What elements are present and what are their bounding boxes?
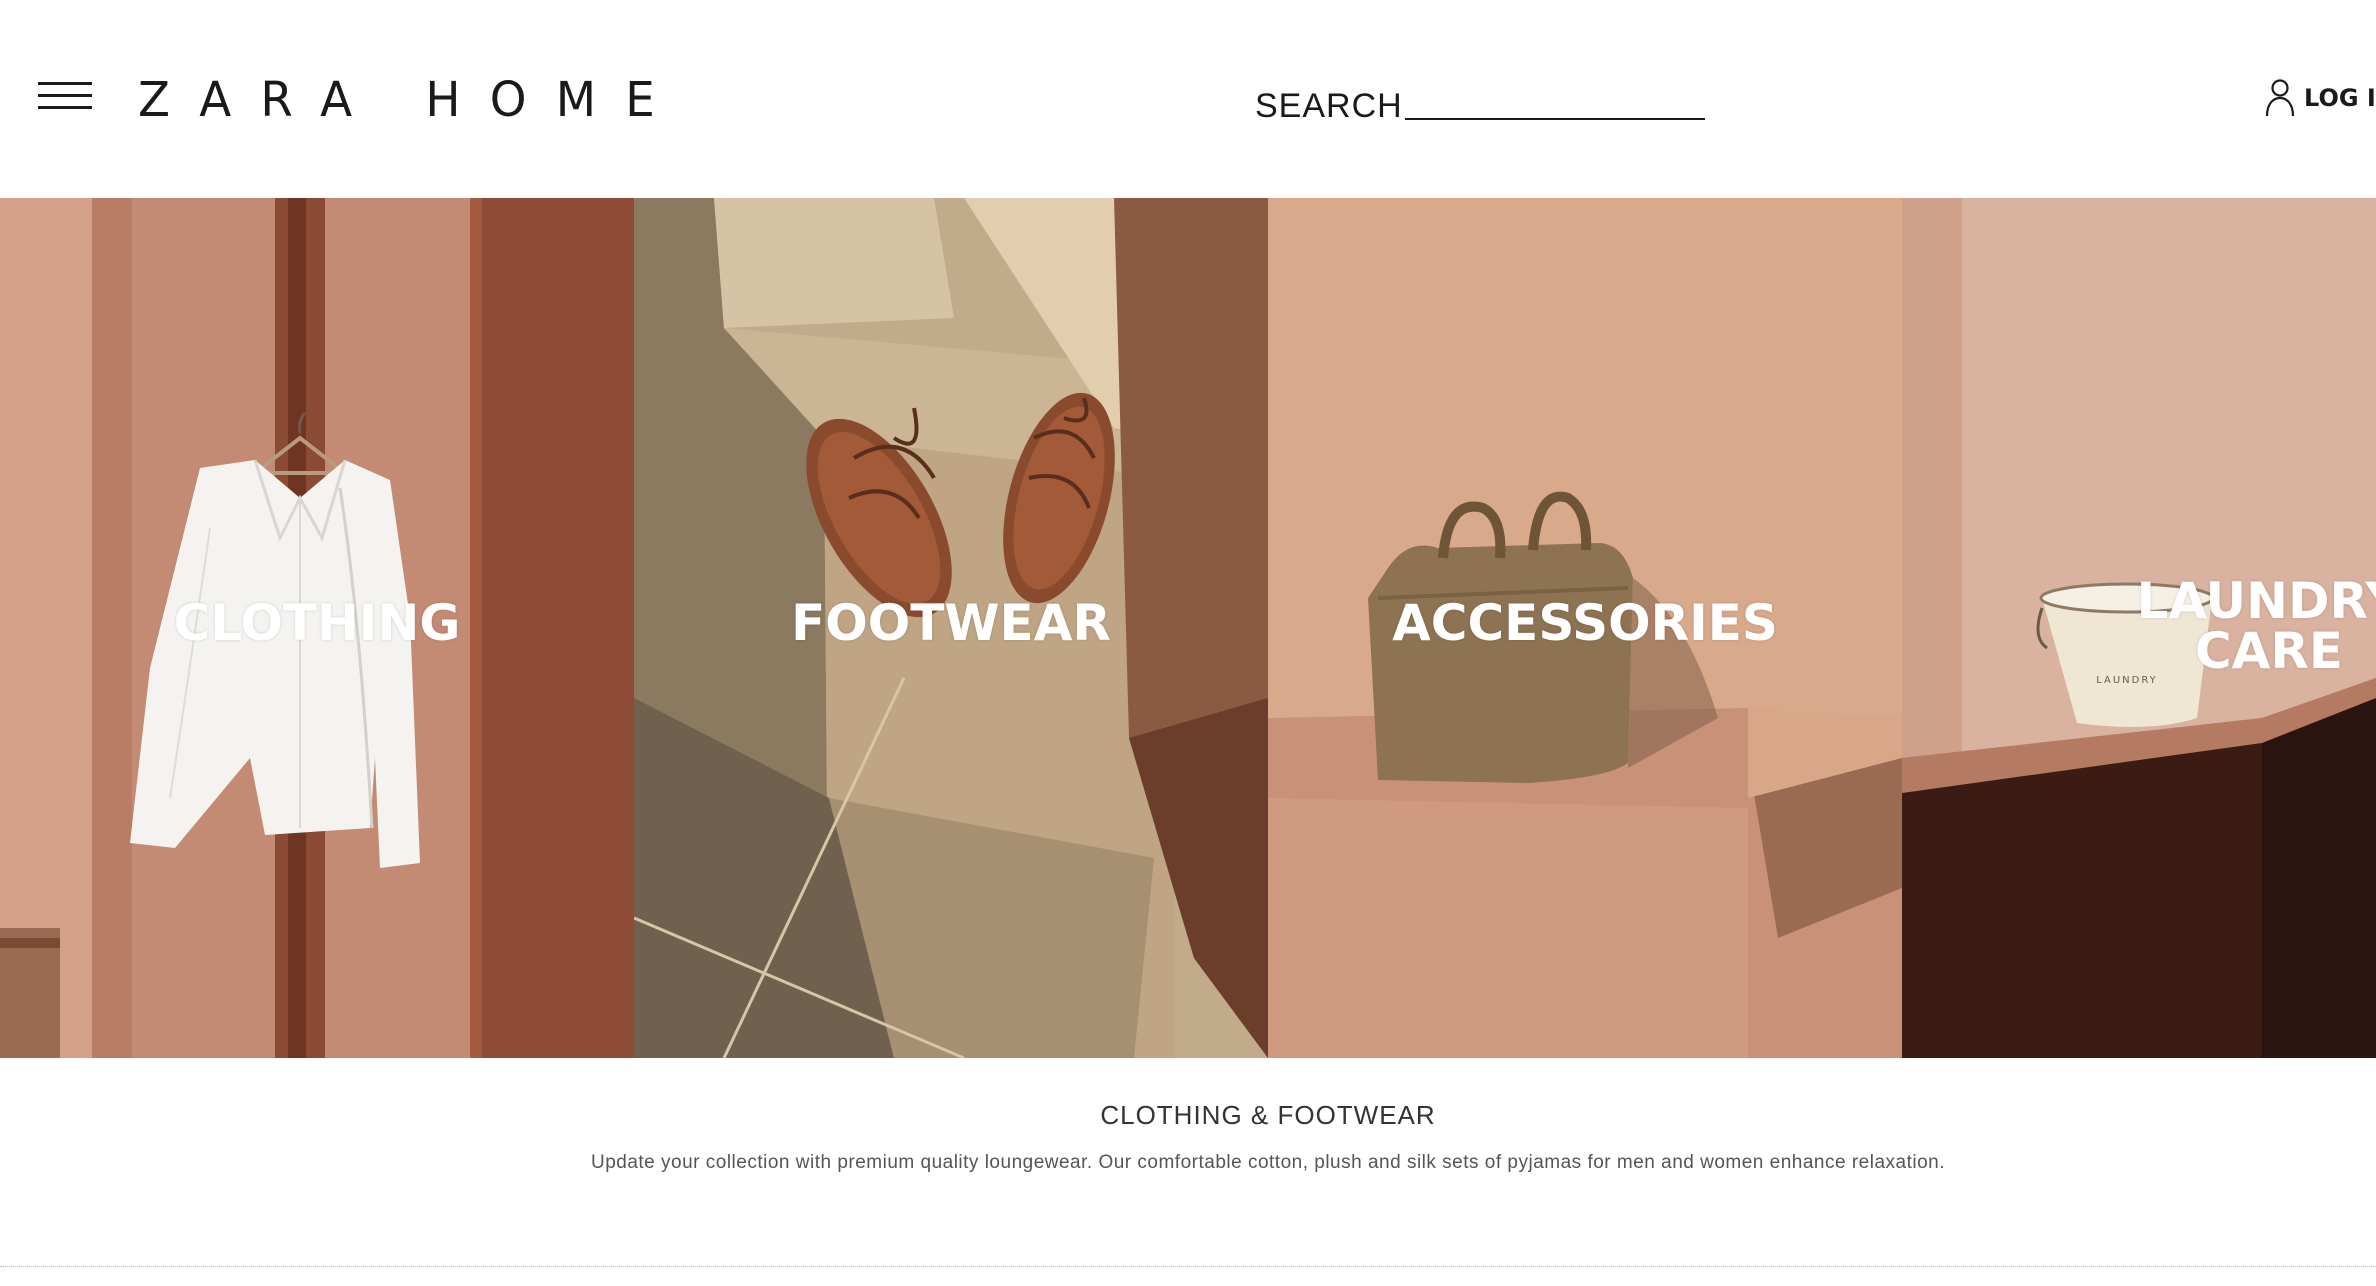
site-header: ZARA HOME SEARCH LOG IN xyxy=(0,0,2376,198)
search-input-underline[interactable] xyxy=(1404,118,1705,120)
divider xyxy=(0,1266,2376,1267)
category-label-accessories: ACCESSORIES xyxy=(1392,594,1778,652)
login-label: LOG IN xyxy=(2304,84,2376,112)
category-label-footwear: FOOTWEAR xyxy=(791,594,1111,652)
category-description-section: CLOTHING & FOOTWEAR Update your collecti… xyxy=(0,1058,2376,1268)
hamburger-menu-icon[interactable] xyxy=(38,82,92,114)
category-label-laundry-care: LAUNDRY CARE xyxy=(2052,576,2376,676)
category-tile-clothing[interactable]: CLOTHING xyxy=(0,198,634,1058)
zara-home-logo[interactable]: ZARA HOME xyxy=(138,74,684,124)
category-tile-footwear[interactable]: FOOTWEAR xyxy=(634,198,1268,1058)
category-tile-laundry-care[interactable]: LAUNDRY LAUNDRY CARE xyxy=(1902,198,2376,1058)
section-description: Update your collection with premium qual… xyxy=(590,1152,1945,1173)
login-link[interactable]: LOG IN xyxy=(2264,76,2376,120)
svg-text:LAUNDRY: LAUNDRY xyxy=(2096,675,2158,686)
category-label-laundry-line1: LAUNDRY xyxy=(2136,572,2376,630)
category-tile-accessories[interactable]: ACCESSORIES xyxy=(1268,198,1902,1058)
user-icon xyxy=(2265,79,2295,117)
category-label-clothing: CLOTHING xyxy=(173,594,461,652)
search-label: SEARCH xyxy=(1255,87,1403,125)
section-title: CLOTHING & FOOTWEAR xyxy=(1100,1100,1436,1130)
category-grid: CLOTHING FOOTWEAR ACCESSORIES LAUNDRY LA… xyxy=(0,198,2376,1058)
search-field[interactable]: SEARCH xyxy=(1255,80,1705,126)
logo-text: ZARA HOME xyxy=(138,74,684,124)
category-label-laundry-line2: CARE xyxy=(2194,622,2344,680)
